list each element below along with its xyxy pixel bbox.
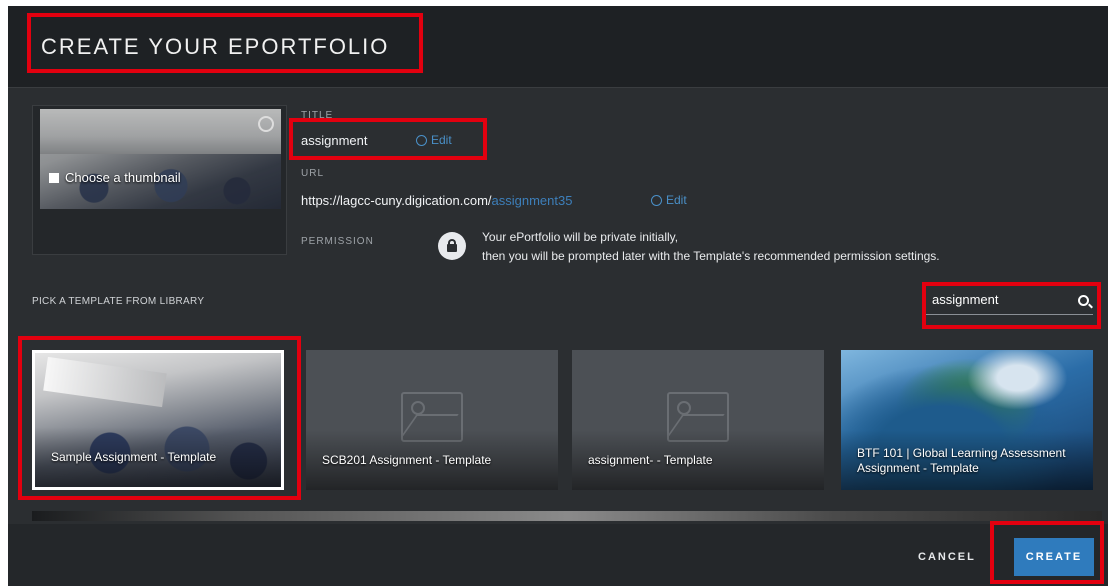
title-label: TITLE <box>301 110 334 121</box>
template-search <box>926 289 1093 315</box>
template-card-sample-assignment[interactable]: Sample Assignment - Template <box>32 350 284 490</box>
template-title: Sample Assignment - Template <box>51 450 217 464</box>
template-title: SCB201 Assignment - Template <box>322 453 492 467</box>
edit-title-link[interactable]: Edit <box>416 133 452 147</box>
choose-thumbnail-button[interactable]: Choose a thumbnail <box>49 170 181 185</box>
edit-url-link[interactable]: Edit <box>651 193 687 207</box>
gear-icon[interactable] <box>258 116 274 132</box>
thumbnail-picker[interactable]: Choose a thumbnail <box>32 105 287 255</box>
edit-icon <box>651 194 662 206</box>
template-title: assignment- - Template <box>588 453 713 467</box>
modal-title: CREATE YOUR EPORTFOLIO <box>41 34 390 59</box>
template-section-label: PICK A TEMPLATE FROM LIBRARY <box>32 296 205 307</box>
template-title: BTF 101 | Global Learning Assessment Ass… <box>857 446 1066 475</box>
modal-header: CREATE YOUR EPORTFOLIO <box>8 6 1108 88</box>
permission-label: PERMISSION <box>301 236 374 247</box>
choose-thumbnail-label: Choose a thumbnail <box>65 170 181 185</box>
search-icon[interactable] <box>1078 295 1089 306</box>
image-icon <box>49 172 59 183</box>
create-button[interactable]: CREATE <box>1014 538 1094 576</box>
template-card-assignment[interactable]: assignment- - Template <box>572 350 824 490</box>
url-base: https://lagcc-cuny.digication.com/ <box>301 193 492 208</box>
template-search-input[interactable] <box>932 292 1062 307</box>
edit-icon <box>416 134 427 146</box>
permission-text: Your ePortfolio will be private initiall… <box>482 230 940 263</box>
template-card-btf101[interactable]: BTF 101 | Global Learning Assessment Ass… <box>841 350 1093 490</box>
title-value[interactable]: assignment <box>301 133 367 148</box>
template-card-scb201[interactable]: SCB201 Assignment - Template <box>306 350 558 490</box>
create-eportfolio-modal: CREATE YOUR EPORTFOLIO Choose a thumbnai… <box>8 6 1108 586</box>
url-value: https://lagcc-cuny.digication.com/assign… <box>301 193 572 208</box>
template-row-partial <box>32 511 1102 521</box>
url-slug[interactable]: assignment35 <box>492 193 573 208</box>
url-label: URL <box>301 168 325 179</box>
lock-icon <box>438 232 466 260</box>
cancel-button[interactable]: CANCEL <box>918 551 976 563</box>
